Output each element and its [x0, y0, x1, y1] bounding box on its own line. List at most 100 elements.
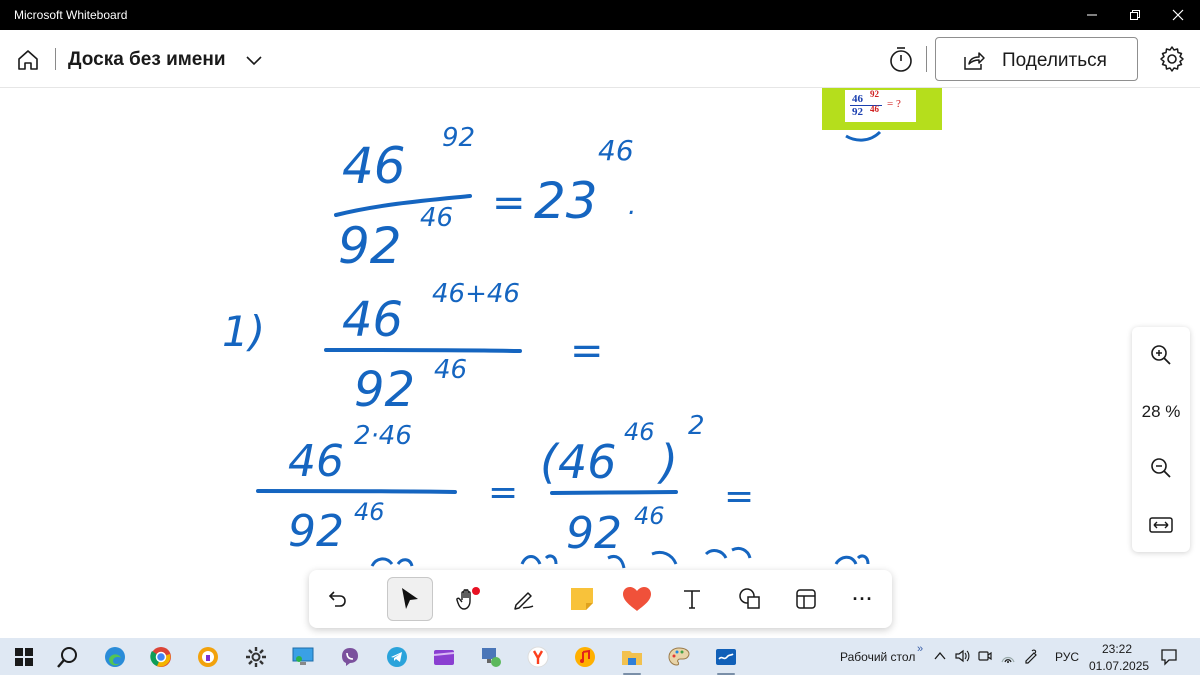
timer-icon[interactable]: [886, 44, 916, 74]
app-header: Доска без имени Поделиться: [0, 30, 1200, 88]
desktop-toolbar-label[interactable]: Рабочий стол: [840, 638, 915, 675]
edge-icon: [105, 647, 125, 667]
windows-taskbar: Рабочий стол » РУС 23:22 01.07.2025: [0, 638, 1200, 675]
start-button[interactable]: [10, 643, 38, 671]
board-title[interactable]: Доска без имени: [68, 49, 226, 71]
taskbar-clipchamp[interactable]: [430, 643, 458, 671]
taskbar-viber[interactable]: [336, 643, 364, 671]
header-divider: [55, 48, 56, 70]
text-icon: [684, 590, 700, 609]
volume-icon[interactable]: [954, 648, 970, 664]
input-language[interactable]: РУС: [1055, 638, 1079, 675]
ink-paren-base: (46: [540, 435, 616, 489]
image-den-exp: 46: [870, 104, 879, 114]
ink-den-exp-3: 46: [354, 498, 385, 526]
ink-den-4: 92: [566, 508, 622, 559]
ink-eq-1: =: [492, 180, 526, 226]
windows-logo-icon: [15, 648, 33, 666]
ink-den-3: 92: [288, 506, 344, 557]
undo-icon: [328, 591, 346, 607]
pen-input-icon[interactable]: [1023, 648, 1039, 664]
video-editor-icon: [433, 650, 455, 665]
text-tool-button[interactable]: [669, 577, 715, 621]
chevron-down-icon[interactable]: [243, 50, 265, 70]
paint-icon: [668, 647, 690, 666]
desktop-toolbar-chevron[interactable]: »: [917, 630, 923, 667]
search-button[interactable]: [54, 643, 82, 671]
wifi-icon[interactable]: [1000, 648, 1016, 664]
image-exp: 92: [870, 89, 879, 99]
ink-num-3: 46: [288, 436, 344, 487]
settings-gear-icon[interactable]: [1158, 45, 1186, 73]
ink-fraction-bar-3: [256, 489, 457, 494]
templates-button[interactable]: [783, 577, 829, 621]
taskbar-music[interactable]: [571, 643, 599, 671]
ink-rhs-exp-1: 46: [598, 134, 634, 167]
zoom-in-icon[interactable]: [1147, 341, 1175, 369]
ink-fraction-bar-2: [324, 348, 522, 353]
ink-num-exp-3: 2·46: [354, 421, 412, 451]
taskbar-whiteboard[interactable]: [712, 643, 740, 675]
taskbar-settings[interactable]: [242, 643, 270, 671]
home-button[interactable]: [14, 46, 42, 74]
clock-date[interactable]: 01.07.2025: [1089, 647, 1149, 684]
chevron-up-icon[interactable]: [934, 651, 946, 661]
pan-tool-button[interactable]: [445, 577, 491, 621]
ink-partial-stroke: [520, 554, 558, 565]
taskbar-file-explorer[interactable]: [618, 643, 646, 675]
shapes-tool-button[interactable]: [727, 577, 773, 621]
pan-icon: [456, 587, 480, 610]
notifications-icon[interactable]: [1160, 648, 1178, 666]
ink-layer: 46 92 92 46 = 23 46 . 1) 46 46+46 92 46 …: [222, 123, 882, 569]
window-title: Microsoft Whiteboard: [14, 8, 128, 22]
taskbar-remote-desktop[interactable]: [289, 643, 317, 671]
network-tool-icon: [482, 648, 501, 667]
vpn-icon: [198, 647, 218, 667]
ink-eq-2: =: [570, 328, 604, 374]
more-button[interactable]: ···: [840, 577, 886, 621]
ink-num-exp-2: 46+46: [432, 279, 520, 309]
taskbar-edge[interactable]: [101, 643, 129, 671]
taskbar-paint[interactable]: [665, 643, 693, 671]
fit-to-screen-icon[interactable]: [1147, 511, 1175, 539]
meet-now-icon[interactable]: [977, 648, 993, 664]
ink-rhs-1: 23: [534, 172, 598, 230]
image-den-base: 92: [852, 106, 863, 118]
search-icon: [57, 647, 77, 668]
music-icon: [575, 647, 595, 667]
chrome-icon: [150, 647, 171, 667]
select-icon: [402, 588, 418, 609]
restore-icon: [1130, 10, 1140, 20]
title-bar: Microsoft Whiteboard: [0, 0, 1200, 30]
reactions-button[interactable]: [614, 577, 660, 621]
inserted-image[interactable]: 46 92 92 46 = ?: [822, 88, 942, 130]
taskbar-network-tool[interactable]: [477, 643, 505, 671]
drawing-toolbar: ···: [309, 570, 892, 628]
viber-icon: [342, 648, 358, 666]
taskbar-yandex[interactable]: [524, 643, 552, 671]
zoom-out-icon[interactable]: [1147, 454, 1175, 482]
image-base: 46: [852, 93, 863, 105]
ink-partial-stroke: [834, 554, 870, 565]
reactions-icon: [623, 587, 651, 611]
whiteboard-canvas[interactable]: 46 92 92 46 = 23 46 . 1) 46 46+46 92 46 …: [0, 88, 1200, 638]
pen-tool-button[interactable]: [501, 577, 547, 621]
close-button[interactable]: [1158, 0, 1198, 30]
folder-icon: [622, 651, 642, 665]
undo-button[interactable]: [315, 577, 361, 621]
templates-icon: [796, 589, 816, 609]
share-button[interactable]: Поделиться: [935, 37, 1138, 81]
taskbar-vpn[interactable]: [194, 643, 222, 671]
ink-den-exp-1: 46: [420, 203, 453, 233]
taskbar-telegram[interactable]: [383, 643, 411, 671]
zoom-panel: 28 %: [1132, 327, 1190, 552]
ink-partial-stroke: [370, 557, 414, 567]
minimize-button[interactable]: [1072, 0, 1112, 30]
select-tool-button[interactable]: [387, 577, 433, 621]
share-icon: [964, 52, 985, 70]
close-icon: [1172, 9, 1184, 21]
taskbar-chrome[interactable]: [147, 643, 175, 671]
restore-button[interactable]: [1115, 0, 1155, 30]
whiteboard-icon: [716, 649, 736, 665]
sticky-note-button[interactable]: [559, 577, 605, 621]
